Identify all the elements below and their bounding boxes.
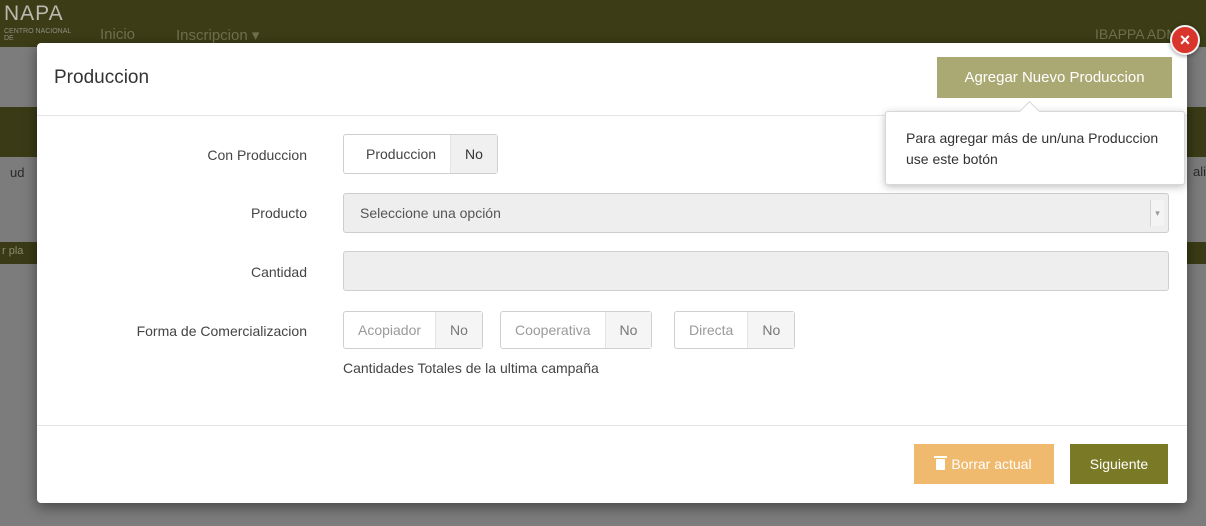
modal-title: Produccion (54, 67, 150, 88)
background-side-text-right: ali (1192, 164, 1206, 179)
produccion-modal: Produccion Agregar Nuevo Produccion Para… (37, 43, 1187, 503)
directa-toggle-label: Directa (689, 322, 734, 338)
background-logo-subtitle: CENTRO NACIONAL DE (4, 28, 72, 42)
producto-select[interactable]: Seleccione una opción ▾ (343, 193, 1169, 233)
directa-toggle[interactable]: Directa No (674, 311, 796, 349)
nav-item-inicio: Inicio (100, 26, 136, 43)
background-user-name: IBAPPA ADM (1095, 26, 1178, 42)
trash-icon (934, 455, 948, 470)
tooltip-text: Para agregar más de un/una Produccion us… (906, 130, 1159, 167)
con-produccion-toggle[interactable]: Produccion No (343, 134, 498, 174)
delete-current-label: Borrar actual (951, 456, 1032, 472)
cooperativa-toggle-value: No (604, 312, 652, 348)
acopiador-toggle-label: Acopiador (358, 322, 422, 338)
chevron-down-icon: ▾ (1150, 200, 1164, 226)
acopiador-toggle-value: No (435, 312, 482, 348)
cantidad-input[interactable] (343, 251, 1169, 291)
directa-toggle-value: No (747, 312, 795, 348)
background-side-text-left: ud (10, 165, 25, 180)
delete-current-button[interactable]: Borrar actual (914, 444, 1054, 484)
background-side-text-left-2: r pla (2, 245, 24, 257)
background-navbar: NAPA CENTRO NACIONAL DE Inicio Inscripci… (0, 0, 1206, 47)
cooperativa-toggle[interactable]: Cooperativa No (500, 311, 653, 349)
cooperativa-toggle-label: Cooperativa (515, 322, 591, 338)
con-produccion-toggle-value: No (450, 135, 497, 173)
producto-select-value: Seleccione una opción (360, 205, 501, 221)
acopiador-toggle[interactable]: Acopiador No (343, 311, 483, 349)
con-produccion-toggle-label: Produccion (366, 146, 437, 162)
next-button[interactable]: Siguiente (1070, 444, 1168, 484)
cantidad-label: Cantidad (250, 264, 307, 280)
close-icon[interactable]: × (1170, 25, 1200, 55)
background-logo: NAPA (4, 2, 64, 25)
modal-header: Produccion Agregar Nuevo Produccion (37, 43, 1187, 116)
nav-item-inscripcion: Inscripcion ▾ (176, 27, 260, 44)
add-button-tooltip: Para agregar más de un/una Produccion us… (885, 100, 1185, 185)
con-produccion-label: Con Produccion (207, 147, 307, 163)
modal-footer-divider (37, 425, 1187, 426)
forma-help-text: Cantidades Totales de la ultima campaña (343, 360, 599, 376)
forma-comercializacion-label: Forma de Comercializacion (136, 323, 307, 339)
add-produccion-button[interactable]: Agregar Nuevo Produccion (937, 57, 1172, 98)
producto-label: Producto (250, 205, 307, 221)
